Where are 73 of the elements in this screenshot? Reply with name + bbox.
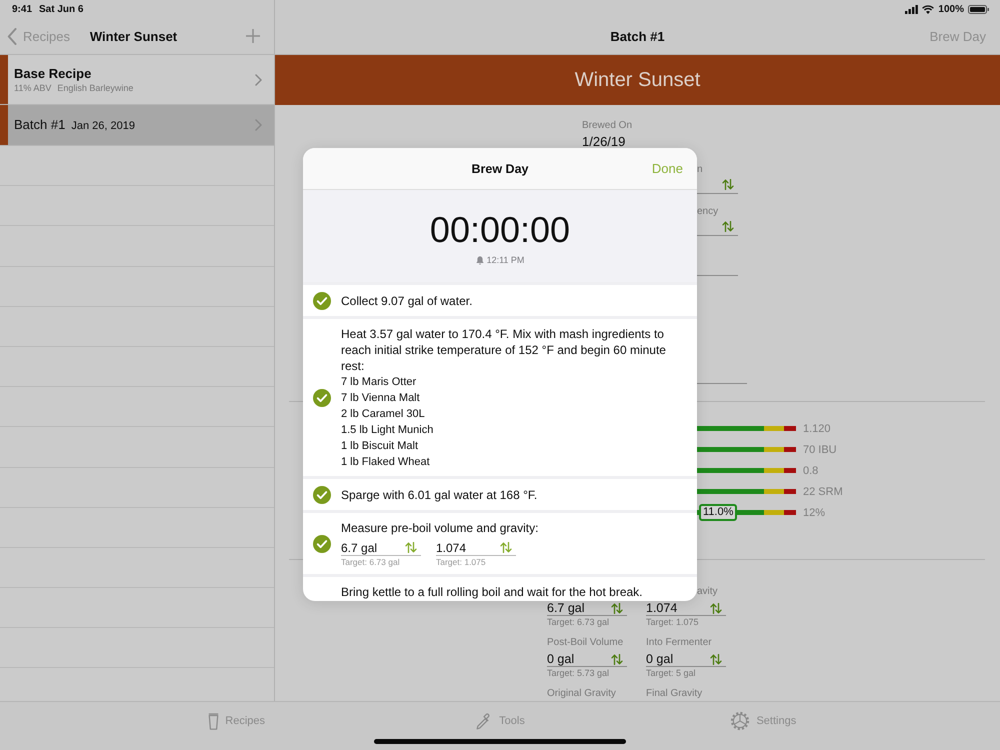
battery-icon bbox=[968, 4, 989, 14]
item-detail: English Barleywine bbox=[57, 82, 134, 94]
ingredient-line: 7 lb Maris Otter bbox=[341, 375, 418, 390]
signal-icon bbox=[905, 4, 918, 14]
field-label: avity bbox=[697, 586, 718, 598]
ingredient-line: 1 lb Flaked Wheat bbox=[341, 455, 431, 470]
settings-icon bbox=[730, 711, 750, 731]
up-down-arrows-icon[interactable] bbox=[710, 602, 722, 614]
input-field[interactable]: 0 gal bbox=[646, 652, 726, 667]
up-down-arrows-icon[interactable] bbox=[500, 542, 512, 553]
item-title: Batch #1 bbox=[14, 117, 66, 133]
field-label: Into Fermenter bbox=[646, 637, 713, 649]
alarm-time: 12:11 PM bbox=[486, 254, 524, 266]
gauge-reading: 12% bbox=[803, 506, 826, 518]
up-down-arrows-icon[interactable] bbox=[710, 654, 722, 664]
ingredient-line: 1 lb Biscuit Malt bbox=[341, 439, 420, 454]
gauge-reading: 70 IBU bbox=[803, 444, 837, 456]
step-text: Bring kettle to a full rolling boil and wait for the hot break. bbox=[341, 584, 644, 600]
chevron-right-icon bbox=[255, 74, 262, 86]
step-text: Measure pre-boil volume and gravity: bbox=[341, 520, 540, 536]
target-text: Target: 6.73 gal bbox=[547, 616, 610, 628]
step-text: Sparge with 6.01 gal water at 168 °F. bbox=[341, 487, 538, 503]
item-title: Base Recipe bbox=[14, 66, 92, 82]
check-icon[interactable] bbox=[313, 292, 331, 310]
target-text: Target: 5 gal bbox=[646, 667, 697, 679]
up-down-arrows-icon[interactable] bbox=[722, 179, 734, 190]
chevron-right-icon bbox=[255, 119, 262, 131]
gauge-reading: 1.120 bbox=[803, 422, 831, 434]
step-text: Heat 3.57 gal water to 170.4 °F. Mix with mash ingredients to reach initial strike temperature of 152 °F and begin 60 minute rest: bbox=[341, 326, 667, 374]
check-icon[interactable] bbox=[313, 389, 331, 407]
ingredient-line: 7 lb Vienna Malt bbox=[341, 391, 421, 406]
check-icon[interactable] bbox=[313, 535, 331, 553]
gauge-reading: 22 SRM bbox=[803, 486, 843, 498]
cup-icon bbox=[208, 712, 220, 730]
ingredient-line: 1.5 lb Light Munich bbox=[341, 423, 434, 438]
banner-title: Winter Sunset bbox=[574, 68, 700, 92]
plus-icon[interactable] bbox=[246, 29, 260, 43]
up-down-arrows-icon[interactable] bbox=[405, 542, 417, 553]
up-down-arrows-icon[interactable] bbox=[722, 221, 734, 232]
input-field[interactable]: 1.074 bbox=[436, 540, 516, 556]
gauge-reading: 0.8 bbox=[803, 464, 818, 476]
battery-percent: 100% bbox=[938, 4, 964, 14]
target-text: Target: 6.73 gal bbox=[341, 556, 401, 568]
status-time: 9:41 bbox=[12, 4, 32, 14]
input-field[interactable]: 0 gal bbox=[547, 652, 627, 667]
timer-display: 00:00:00 bbox=[430, 210, 570, 250]
target-text: Target: 5.73 gal bbox=[547, 667, 610, 679]
nav-title: Winter Sunset bbox=[90, 28, 178, 44]
nav-title: Batch #1 bbox=[610, 28, 665, 44]
sidebar-item[interactable]: Batch #1 Jan 26, 2019 bbox=[0, 105, 274, 146]
wifi-icon bbox=[922, 4, 934, 14]
dialog-title: Brew Day bbox=[472, 162, 528, 176]
item-detail: 11% ABV bbox=[14, 82, 52, 94]
value-marker: 11.0% bbox=[699, 504, 738, 521]
ingredient-line: 2 lb Caramel 30L bbox=[341, 407, 426, 422]
field-value: 1/26/19 bbox=[582, 134, 626, 150]
step-text: Collect 9.07 gal of water. bbox=[341, 293, 474, 309]
input-field[interactable]: 6.7 gal bbox=[341, 540, 421, 556]
target-text: Target: 1.075 bbox=[646, 616, 700, 628]
target-text: Target: 1.075 bbox=[436, 556, 487, 568]
bell-icon bbox=[476, 256, 484, 264]
up-down-arrows-icon[interactable] bbox=[611, 654, 623, 664]
chevron-left-icon bbox=[7, 28, 17, 44]
check-icon[interactable] bbox=[313, 486, 331, 504]
field-label: ency bbox=[697, 206, 718, 218]
field-label: Brewed On bbox=[582, 120, 632, 132]
field-label: n bbox=[697, 164, 703, 176]
field-label: Final Gravity bbox=[646, 688, 704, 700]
up-down-arrows-icon[interactable] bbox=[611, 602, 623, 614]
field-label: Original Gravity bbox=[547, 688, 617, 700]
item-date: Jan 26, 2019 bbox=[71, 119, 135, 134]
field-label: Post-Boil Volume bbox=[547, 637, 624, 649]
status-date: Sat Jun 6 bbox=[39, 4, 84, 14]
